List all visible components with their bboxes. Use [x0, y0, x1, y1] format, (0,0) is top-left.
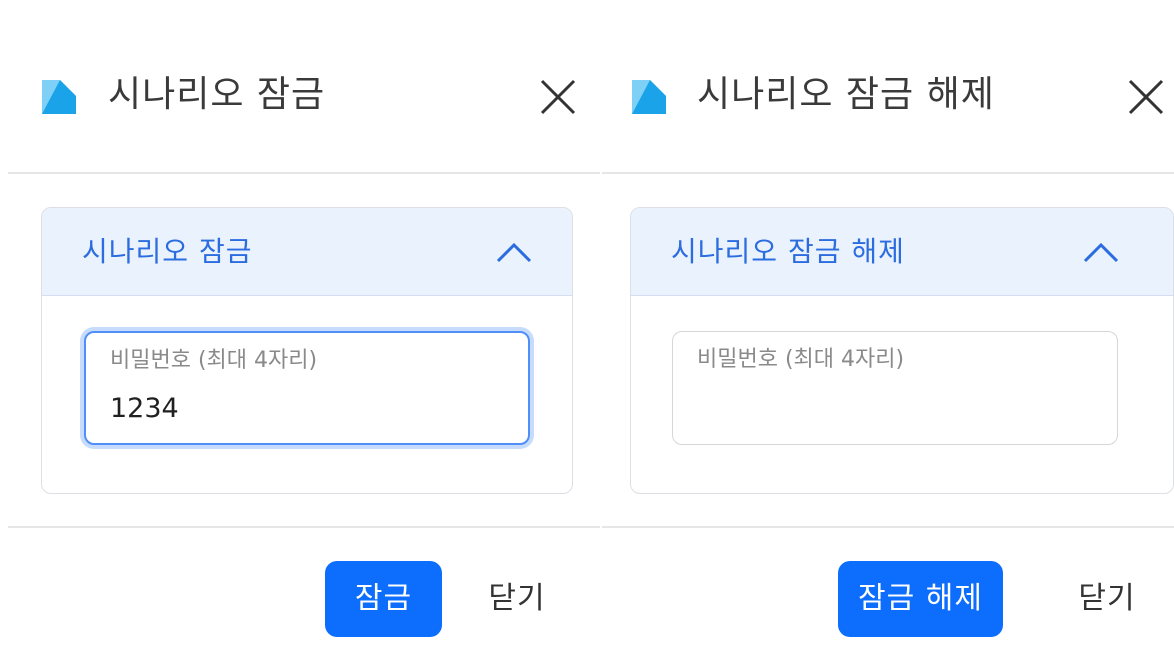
close-icon[interactable] — [536, 75, 580, 119]
footer-divider — [602, 526, 1174, 528]
dialog-header: 시나리오 잠금 해제 — [602, 55, 1174, 135]
document-icon — [632, 80, 666, 114]
dialog-title: 시나리오 잠금 — [108, 74, 326, 115]
header-divider — [8, 172, 600, 174]
chevron-up-icon — [496, 242, 532, 263]
close-button[interactable]: 닫기 — [482, 561, 552, 637]
password-field[interactable]: 비밀번호 (최대 4자리) — [672, 331, 1118, 445]
lock-panel: 시나리오 잠금 비밀번호 (최대 4자리) — [41, 207, 573, 494]
header-divider — [602, 172, 1174, 174]
password-input[interactable] — [110, 389, 500, 427]
unlock-panel: 시나리오 잠금 해제 비밀번호 (최대 4자리) — [630, 207, 1174, 494]
panel-header-toggle[interactable]: 시나리오 잠금 — [42, 208, 572, 296]
unlock-button[interactable]: 잠금 해제 — [838, 561, 1003, 637]
password-label: 비밀번호 (최대 4자리) — [697, 347, 905, 372]
unlock-scenario-dialog: 시나리오 잠금 해제 시나리오 잠금 해제 비밀번호 (최대 4자리) 잠금 해… — [602, 0, 1174, 657]
chevron-up-icon — [1083, 242, 1119, 263]
dialog-header: 시나리오 잠금 — [0, 55, 600, 135]
document-icon — [42, 80, 76, 114]
panel-title: 시나리오 잠금 해제 — [671, 235, 905, 268]
panel-title: 시나리오 잠금 — [82, 235, 253, 268]
lock-button[interactable]: 잠금 — [325, 561, 442, 637]
password-input[interactable] — [697, 388, 1087, 426]
footer-divider — [8, 526, 600, 528]
close-button[interactable]: 닫기 — [1072, 561, 1142, 637]
password-field[interactable]: 비밀번호 (최대 4자리) — [84, 331, 530, 445]
panel-header-toggle[interactable]: 시나리오 잠금 해제 — [631, 208, 1173, 296]
password-label: 비밀번호 (최대 4자리) — [110, 348, 318, 373]
lock-scenario-dialog: 시나리오 잠금 시나리오 잠금 비밀번호 (최대 4자리) 잠금 닫기 — [0, 0, 600, 657]
dialog-title: 시나리오 잠금 해제 — [697, 74, 995, 115]
close-icon[interactable] — [1124, 75, 1168, 119]
